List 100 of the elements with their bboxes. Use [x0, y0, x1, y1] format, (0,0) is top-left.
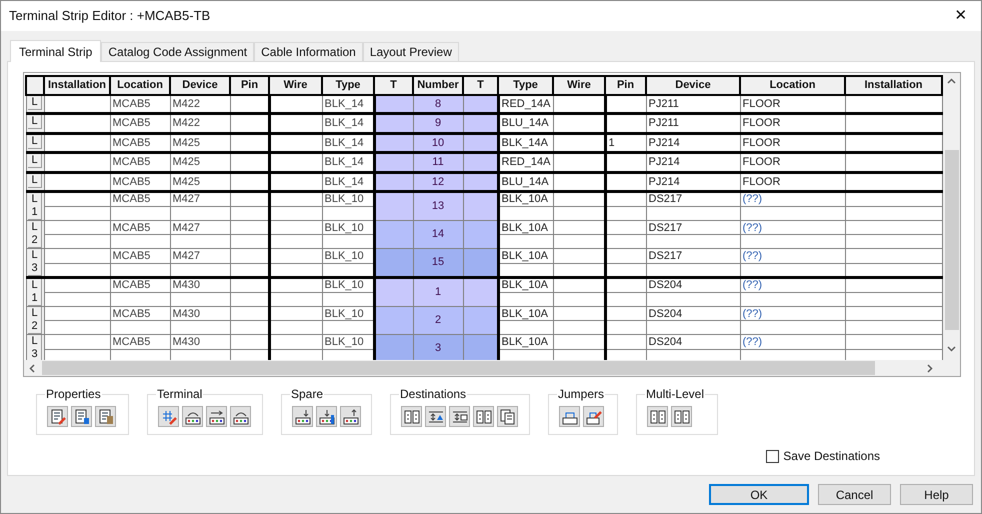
row-header[interactable]: L 1 — [28, 279, 42, 306]
row-header[interactable]: L — [28, 115, 42, 129]
row-header[interactable]: L — [28, 154, 42, 168]
tool-button[interactable] — [206, 406, 227, 427]
group-label: Destinations — [399, 386, 468, 403]
level-label: 3 — [31, 348, 38, 360]
column-header[interactable]: Installation — [845, 76, 942, 94]
dialog-button[interactable]: OK — [709, 484, 809, 505]
tab[interactable]: Cable Information — [254, 42, 363, 61]
tool-button[interactable] — [292, 406, 313, 427]
column-header[interactable]: Location — [110, 76, 170, 94]
scroll-right-icon[interactable] — [927, 364, 933, 372]
column-header[interactable]: Location — [740, 76, 845, 94]
level-label: 2 — [31, 234, 38, 247]
table-cell: M422 — [170, 114, 230, 133]
tool-button[interactable] — [95, 406, 116, 427]
table-cell: MCAB5 — [110, 152, 170, 172]
column-header[interactable]: T — [374, 76, 413, 94]
scrollbar-thumb[interactable] — [944, 150, 958, 330]
tool-button[interactable] — [316, 406, 337, 427]
tool-button[interactable] — [425, 406, 446, 427]
table-cell: PJ214 — [646, 133, 740, 152]
row-header[interactable]: L — [28, 174, 42, 188]
table-cell: DS217 — [646, 192, 740, 206]
scroll-left-icon[interactable] — [29, 364, 35, 372]
table-cell: BLK_10A — [498, 334, 553, 349]
table-cell: BLK_14 — [322, 94, 374, 114]
column-header[interactable]: Type — [322, 76, 374, 94]
tool-button[interactable] — [473, 406, 494, 427]
tool-button[interactable] — [401, 406, 422, 427]
column-header[interactable]: Pin — [605, 76, 646, 94]
terminal-number: 13 — [413, 192, 463, 220]
column-header[interactable]: Number — [413, 76, 463, 94]
table-cell: MCAB5 — [110, 192, 170, 206]
row-label: L — [31, 249, 38, 262]
window-title: Terminal Strip Editor : +MCAB5-TB — [9, 7, 210, 26]
column-header[interactable]: Type — [498, 76, 553, 94]
column-header[interactable]: Wire — [553, 76, 605, 94]
table-cell: M427 — [170, 192, 230, 206]
double-block-icon — [404, 408, 420, 424]
tool-button[interactable] — [71, 406, 92, 427]
tool-button[interactable] — [559, 406, 580, 427]
row-label: L — [31, 335, 38, 348]
scrollbar-thumb[interactable] — [42, 361, 875, 375]
column-header[interactable]: Wire — [269, 76, 322, 94]
checkbox[interactable] — [766, 450, 780, 462]
table-cell: M427 — [170, 220, 230, 234]
table-cell: BLK_14 — [322, 152, 374, 172]
row-header[interactable]: L 1 — [28, 193, 42, 220]
column-header[interactable]: Installation — [44, 76, 110, 94]
table-cell: MCAB5 — [110, 220, 170, 234]
row-header[interactable]: L 2 — [28, 221, 42, 248]
table-cell: BLU_14A — [498, 172, 553, 192]
table-cell: PJ214 — [646, 152, 740, 172]
table-cell: M425 — [170, 133, 230, 152]
table-cell: DS217 — [646, 248, 740, 263]
tool-button[interactable] — [340, 406, 361, 427]
row-label: L — [31, 154, 38, 167]
table-cell: BLK_10A — [498, 278, 553, 292]
row-label: L — [31, 96, 38, 108]
close-button[interactable]: ✕ — [951, 6, 971, 26]
tab[interactable]: Catalog Code Assignment — [101, 42, 254, 61]
dialog-button[interactable]: Cancel — [818, 484, 891, 505]
table-cell: (??) — [740, 306, 845, 320]
terminal-arrow-icon — [294, 408, 310, 424]
table-cell: BLK_14A — [498, 133, 553, 152]
table-cell: RED_14A — [498, 94, 553, 114]
column-header[interactable]: T — [463, 76, 498, 94]
tool-button[interactable] — [47, 406, 68, 427]
tool-button[interactable] — [671, 406, 692, 427]
tool-button[interactable] — [583, 406, 604, 427]
tab[interactable]: Layout Preview — [362, 42, 459, 61]
column-header[interactable]: Device — [646, 76, 740, 94]
tool-button[interactable] — [449, 406, 470, 427]
terminal-number: 3 — [413, 334, 463, 360]
tool-button[interactable] — [182, 406, 203, 427]
tool-button[interactable] — [497, 406, 518, 427]
dialog-button[interactable]: Help — [900, 484, 973, 505]
level-label: 1 — [31, 206, 38, 219]
row-header[interactable]: L — [28, 96, 42, 110]
table-cell: BLK_10A — [498, 306, 553, 320]
tab[interactable]: Terminal Strip — [10, 40, 102, 62]
scroll-down-icon[interactable] — [947, 346, 956, 352]
row-label: L — [31, 115, 38, 128]
column-header[interactable]: Device — [170, 76, 230, 94]
scroll-up-icon[interactable] — [947, 78, 956, 84]
table-cell: FLOOR — [740, 114, 845, 133]
column-header[interactable]: Pin — [230, 76, 269, 94]
row-header[interactable]: L 2 — [28, 307, 42, 334]
group-label: Properties — [45, 386, 102, 403]
table-cell: DS204 — [646, 306, 740, 320]
group-label: Multi-Level — [645, 386, 706, 403]
row-header[interactable]: L 3 — [28, 249, 42, 276]
row-label: L — [31, 174, 38, 186]
tool-button[interactable] — [230, 406, 251, 427]
terminal-number: 14 — [413, 220, 463, 248]
tool-button[interactable] — [647, 406, 668, 427]
table-cell: 1 — [605, 133, 646, 152]
row-header[interactable]: L — [28, 134, 42, 148]
table-cell: MCAB5 — [110, 248, 170, 263]
